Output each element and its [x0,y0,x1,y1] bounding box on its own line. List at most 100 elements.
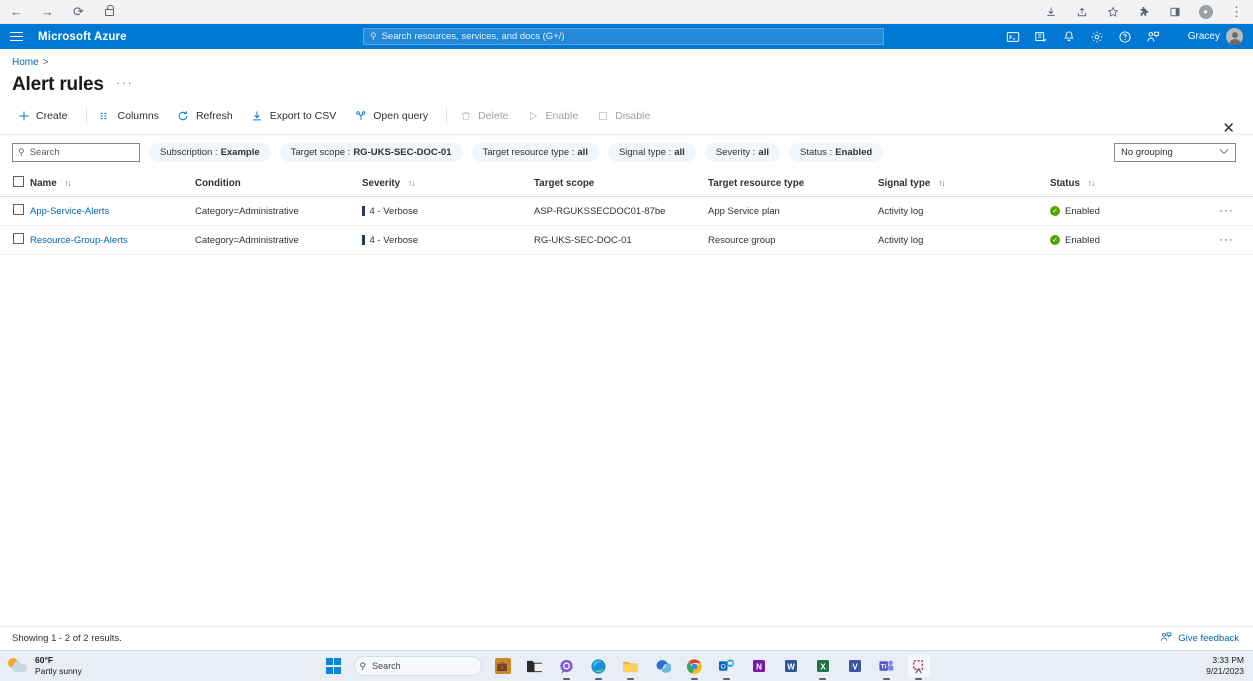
table-row[interactable]: Resource-Group-Alerts Category=Administr… [0,226,1253,255]
alert-rules-blade: Home > Alert rules ··· ✕ Create Columns … [0,49,1253,650]
notifications-bell-icon[interactable] [1062,29,1077,44]
filter-label: Target resource type : [483,147,575,158]
taskbar-clock[interactable]: 3:33 PM 9/21/2023 [1206,655,1253,677]
svg-text:X: X [820,662,826,671]
browser-menu-icon[interactable]: ⋮ [1228,3,1245,20]
column-header-target-scope[interactable]: Target scope [534,170,708,197]
settings-gear-icon[interactable] [1090,29,1105,44]
snipping-tool-icon[interactable] [908,655,930,677]
onenote-icon[interactable]: N [748,655,770,677]
row-checkbox[interactable] [13,204,24,215]
column-header-severity[interactable]: Severity ↑↓ [362,170,534,197]
export-to-csv-button[interactable]: Export to CSV [248,106,346,125]
azure-brand-logo[interactable]: Microsoft Azure [32,31,127,43]
cloud-shell-icon[interactable] [1006,29,1021,44]
alert-rule-link[interactable]: Resource-Group-Alerts [30,235,128,246]
microsoft-edge-icon[interactable] [588,655,610,677]
copilot-icon[interactable] [652,655,674,677]
close-blade-icon[interactable]: ✕ [1222,121,1235,136]
filter-pill-subscription[interactable]: Subscription : Example [149,143,271,162]
enable-button: Enable [523,106,587,125]
excel-icon[interactable]: X [812,655,834,677]
give-feedback-button[interactable]: Give feedback [1160,631,1239,646]
table-header-row: Name ↑↓ Condition Severity ↑↓ Target sco… [0,170,1253,197]
site-lock-icon[interactable] [101,3,118,20]
portal-menu-icon[interactable] [0,36,32,38]
global-search-input[interactable]: ⚲ Search resources, services, and docs (… [363,28,884,45]
command-toolbar: Create Columns Refresh Export to CSV Op [0,96,1253,135]
word-icon[interactable]: W [780,655,802,677]
column-label: Target resource type [708,178,804,189]
row-checkbox[interactable] [13,233,24,244]
split-screen-icon[interactable] [1166,3,1183,20]
columns-label: Columns [118,110,159,122]
filter-pill-severity[interactable]: Severity : all [705,143,780,162]
google-chrome-icon[interactable] [684,655,706,677]
filter-pill-target-scope[interactable]: Target scope : RG-UKS-SEC-DOC-01 [280,143,463,162]
browser-nav-group: ← → ⟳ [0,3,118,20]
briefcase-icon[interactable]: 💼 [492,655,514,677]
column-label: Status [1050,178,1080,189]
filter-pill-signal-type[interactable]: Signal type : all [608,143,696,162]
chevron-down-icon [1219,148,1229,157]
column-header-target-resource-type[interactable]: Target resource type [708,170,878,197]
enable-label: Enable [545,110,578,122]
teams-icon[interactable]: Ti [876,655,898,677]
file-explorer-icon[interactable] [524,655,546,677]
select-all-checkbox[interactable] [13,176,24,187]
file-explorer-folder-icon[interactable] [620,655,642,677]
disable-button: Disable [593,106,659,125]
column-header-name[interactable]: Name ↑↓ [30,170,195,197]
forward-icon[interactable]: → [39,3,56,20]
columns-button[interactable]: Columns [96,106,168,125]
partly-sunny-icon [8,657,28,675]
disable-label: Disable [615,110,650,122]
filter-pill-target-resource-type[interactable]: Target resource type : all [472,143,599,162]
open-query-button[interactable]: Open query [351,106,437,125]
grouping-select[interactable]: No grouping [1114,143,1236,162]
cell-name: Resource-Group-Alerts [30,226,195,255]
extensions-puzzle-icon[interactable] [1135,3,1152,20]
row-context-menu-icon[interactable]: ··· [1219,234,1234,246]
column-label: Name [30,178,57,189]
severity-label: 4 - Verbose [370,206,419,217]
status-badge: Enabled [1065,206,1100,217]
downloads-icon[interactable] [1042,3,1059,20]
help-icon[interactable] [1118,29,1133,44]
cell-target-resource-type: App Service plan [708,197,878,226]
start-button[interactable] [324,656,344,676]
visio-icon[interactable]: V [844,655,866,677]
outlook-icon[interactable]: O [716,655,738,677]
column-header-condition[interactable]: Condition [195,170,362,197]
back-icon[interactable]: ← [8,3,25,20]
windows-logo-icon [326,658,342,674]
directories-subscriptions-icon[interactable] [1034,29,1049,44]
user-name-label: Gracey [1188,31,1220,42]
taskbar-weather-widget[interactable]: 60°F Partly sunny [0,655,82,676]
alert-rule-link[interactable]: App-Service-Alerts [30,206,109,217]
profile-icon[interactable]: ● [1197,3,1214,20]
stop-square-icon [596,109,609,122]
create-button[interactable]: Create [14,106,77,125]
column-header-status[interactable]: Status ↑↓ [1050,170,1195,197]
page-more-menu-icon[interactable]: ··· [116,75,134,90]
refresh-icon [177,109,190,122]
share-icon[interactable] [1073,3,1090,20]
column-header-signal-type[interactable]: Signal type ↑↓ [878,170,1050,197]
refresh-label: Refresh [196,110,233,122]
row-context-menu-icon[interactable]: ··· [1219,205,1234,217]
breadcrumb: Home > [0,49,1253,68]
table-row[interactable]: App-Service-Alerts Category=Administrati… [0,197,1253,226]
teams-chat-icon[interactable] [556,655,578,677]
search-input[interactable]: ⚲ Search [12,143,140,162]
filter-pill-status[interactable]: Status : Enabled [789,143,883,162]
refresh-button[interactable]: Refresh [174,106,242,125]
breadcrumb-home-link[interactable]: Home [12,57,39,68]
feedback-icon[interactable] [1146,29,1161,44]
reload-icon[interactable]: ⟳ [70,3,87,20]
taskbar-search-input[interactable]: ⚲ Search [354,656,482,676]
azure-top-header: Microsoft Azure ⚲ Search resources, serv… [0,24,1253,49]
user-account-chip[interactable]: Gracey [1188,28,1243,45]
cell-target-scope: ASP-RGUKSSECDOC01-87be [534,197,708,226]
favorites-star-icon[interactable] [1104,3,1121,20]
